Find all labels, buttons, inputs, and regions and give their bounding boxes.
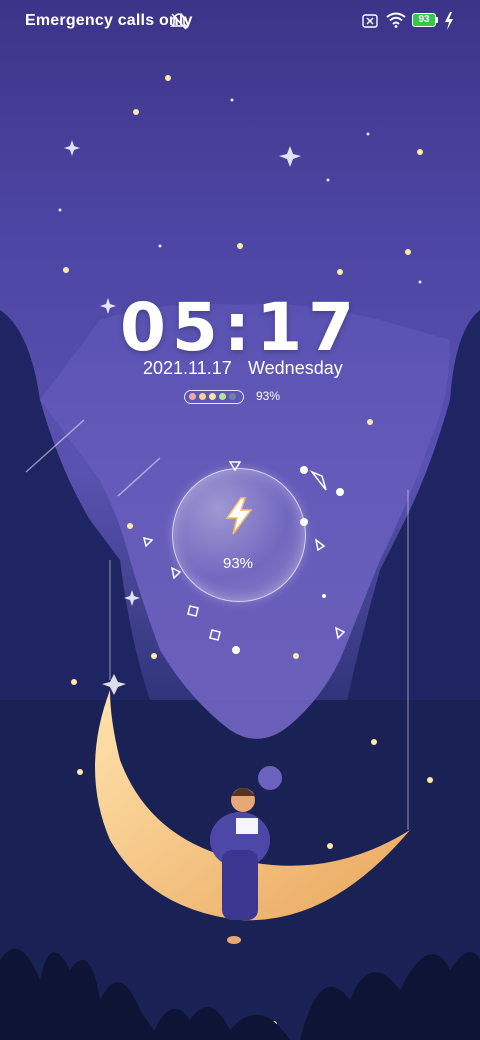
mini-battery-indicator [184,390,244,404]
battery-pill [199,393,206,400]
lock-screen: Emergency calls only 93 05:17 2021.11.17… [0,0,480,1040]
battery-percent-text: 93% [256,389,281,403]
status-bar: Emergency calls only 93 [0,0,480,44]
carrier-text: Emergency calls only [25,12,193,29]
battery-level-text: 93 [418,14,430,25]
battery-pill [219,393,226,400]
charging-bolt-icon [445,12,453,30]
lock-weekday: Wednesday [248,358,343,378]
lock-clock: 05:17 [119,289,361,366]
battery-pill [229,393,236,400]
sim-off-icon [362,14,378,28]
small-thought-bubble [258,766,282,790]
wifi-icon [386,12,406,28]
battery-pill [209,393,216,400]
battery-cap [436,17,438,23]
mute-icon [170,13,188,30]
lightning-bolt-icon [225,497,253,535]
lock-date: 2021.11.17 [143,358,232,378]
charging-percent-text: 93% [222,555,254,572]
battery-icon: 93 [412,13,440,29]
battery-pill [189,393,196,400]
